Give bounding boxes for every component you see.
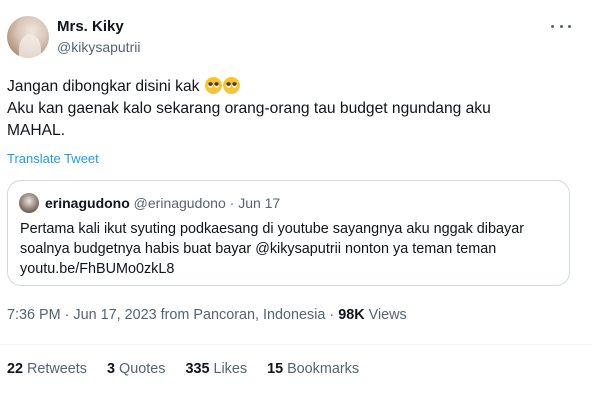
- quoted-tweet-card[interactable]: erinagudono @erinagudono · Jun 17 Pertam…: [7, 180, 570, 286]
- quoted-author-handle[interactable]: @erinagudono: [134, 195, 226, 211]
- more-options-icon[interactable]: [551, 16, 571, 36]
- tweet-text-line-2: Aku kan gaenak kalo sekarang orang-orang…: [7, 100, 491, 117]
- quoted-tweet-header: erinagudono @erinagudono · Jun 17: [45, 195, 280, 211]
- tweet-text-line-3: MAHAL.: [7, 122, 66, 139]
- quoted-text-line-3: youtu.be/FhBUMo0zkL8: [20, 261, 175, 277]
- quotes-label: Quotes: [119, 361, 166, 377]
- author-handle[interactable]: @kikysaputrii: [57, 39, 140, 55]
- quotes-count: 3: [107, 361, 116, 377]
- quoted-author-avatar[interactable]: [19, 193, 39, 213]
- meta-separator: ·: [329, 307, 335, 323]
- likes-stat[interactable]: 335 Likes: [185, 361, 247, 377]
- author-avatar[interactable]: [7, 16, 49, 58]
- quoted-author-name[interactable]: erinagudono: [45, 195, 130, 211]
- retweets-label: Retweets: [27, 361, 88, 377]
- views-label: Views: [368, 307, 407, 323]
- pleading-face-icon: [204, 77, 222, 94]
- quoted-tweet-text: Pertama kali ikut syuting podkaesang di …: [20, 219, 560, 279]
- quoted-text-line-1: Pertama kali ikut syuting podkaesang di …: [20, 221, 524, 237]
- tweet-meta: 7:36 PM · Jun 17, 2023 from Pancoran, In…: [7, 307, 407, 323]
- bookmarks-stat[interactable]: 15 Bookmarks: [267, 361, 359, 377]
- tweet-stats: 22 Retweets 3 Quotes 335 Likes 15 Bookma…: [7, 361, 359, 377]
- likes-count: 335: [185, 361, 210, 377]
- author-display-name[interactable]: Mrs. Kiky: [57, 18, 124, 35]
- tweet-location: from Pancoran, Indonesia: [160, 307, 326, 323]
- translate-tweet-link[interactable]: Translate Tweet: [7, 151, 99, 166]
- retweets-count: 22: [7, 361, 24, 377]
- bookmarks-label: Bookmarks: [287, 361, 360, 377]
- tweet-date[interactable]: Jun 17, 2023: [73, 307, 156, 323]
- quotes-stat[interactable]: 3 Quotes: [107, 361, 165, 377]
- bookmarks-count: 15: [267, 361, 284, 377]
- tweet-time[interactable]: 7:36 PM: [7, 307, 61, 323]
- tweet-text: Jangan dibongkar disini kak Aku kan gaen…: [7, 76, 577, 142]
- tweet-text-line: Jangan dibongkar disini kak: [7, 76, 577, 98]
- quoted-tweet-date[interactable]: Jun 17: [238, 195, 280, 211]
- retweets-stat[interactable]: 22 Retweets: [7, 361, 87, 377]
- likes-label: Likes: [213, 361, 248, 377]
- quoted-text-line-2: soalnya budgetnya habis buat bayar @kiky…: [20, 241, 497, 257]
- pleading-face-icon: [222, 77, 240, 94]
- quoted-separator: ·: [229, 195, 235, 211]
- tweet-text-line-1: Jangan dibongkar disini kak: [7, 78, 200, 95]
- stats-divider: [0, 344, 592, 345]
- views-count: 98K: [338, 307, 365, 323]
- meta-separator: ·: [64, 307, 70, 323]
